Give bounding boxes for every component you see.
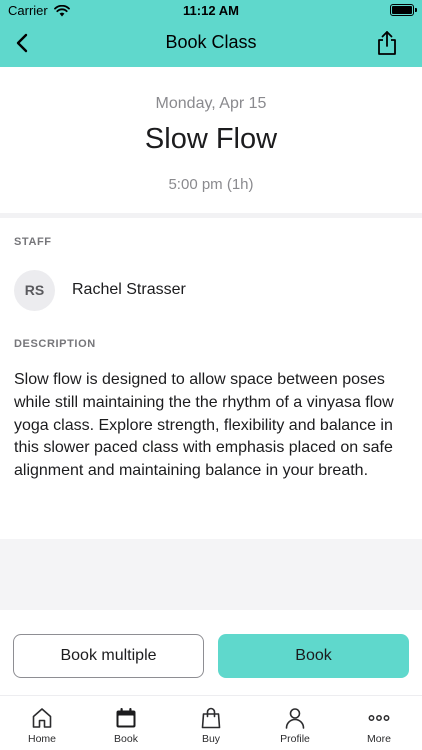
book-button[interactable]: Book xyxy=(218,634,409,678)
tab-home[interactable]: Home xyxy=(12,706,72,745)
tab-book-label: Book xyxy=(114,733,138,745)
description-section-label: DESCRIPTION xyxy=(14,338,96,350)
class-time: 5:00 pm (1h) xyxy=(168,176,254,193)
tab-bar: Home Book Buy Profile More xyxy=(0,695,422,750)
home-icon xyxy=(32,708,52,728)
tab-book[interactable]: Book xyxy=(96,706,156,745)
tab-profile-label: Profile xyxy=(280,733,310,745)
class-info: Monday, Apr 15 Slow Flow 5:00 pm (1h) xyxy=(0,67,422,213)
spacer-band xyxy=(0,539,422,610)
staff-section-label: STAFF xyxy=(14,236,52,248)
section-divider xyxy=(0,213,422,218)
share-button[interactable] xyxy=(372,28,402,58)
status-time: 11:12 AM xyxy=(183,3,239,18)
class-name: Slow Flow xyxy=(144,123,278,155)
action-bar: Book multiple Book xyxy=(0,610,422,695)
calendar-icon xyxy=(116,708,136,728)
more-icon xyxy=(368,715,390,721)
share-icon xyxy=(378,31,396,55)
tab-more[interactable]: More xyxy=(349,706,409,745)
page-title: Book Class xyxy=(165,32,257,52)
staff-row[interactable]: RS Rachel Strasser xyxy=(14,267,186,313)
tab-buy[interactable]: Buy xyxy=(181,706,241,745)
book-multiple-button[interactable]: Book multiple xyxy=(13,634,204,678)
shopping-bag-icon xyxy=(201,707,221,729)
person-icon xyxy=(285,708,305,729)
battery-icon xyxy=(390,4,417,16)
tab-home-label: Home xyxy=(27,733,56,745)
description-text: Slow flow is designed to allow space bet… xyxy=(14,371,394,480)
staff-name: Rachel Strasser xyxy=(72,281,186,298)
tab-profile[interactable]: Profile xyxy=(265,706,325,745)
avatar: RS xyxy=(14,269,55,311)
status-bar: Carrier 11:12 AM xyxy=(0,0,422,22)
tab-more-label: More xyxy=(367,733,391,745)
class-date: Monday, Apr 15 xyxy=(155,95,267,112)
tab-buy-label: Buy xyxy=(201,733,221,745)
header: Carrier 11:12 AM Book Class xyxy=(0,0,422,67)
